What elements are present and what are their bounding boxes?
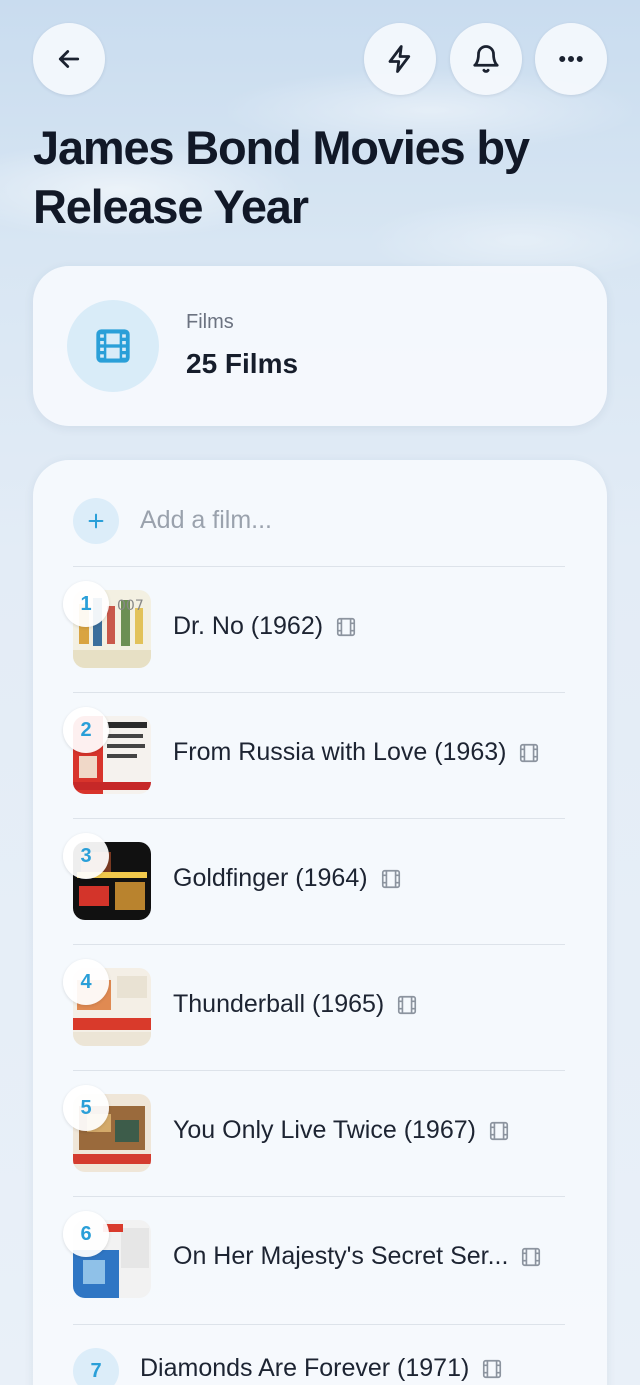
film-title: You Only Live Twice (1967) — [173, 1116, 476, 1144]
film-title: Thunderball (1965) — [173, 990, 385, 1018]
rank-badge: 5 — [63, 1085, 109, 1131]
film-title: Diamonds Are Forever (1971) — [140, 1354, 470, 1382]
film-strip-icon — [520, 1246, 542, 1268]
rank-badge: 3 — [63, 833, 109, 879]
film-strip-icon — [488, 1120, 510, 1142]
summary-label: Films — [186, 311, 234, 333]
films-list-card: Add a film... 007 1 Dr. No (1962) 2 From… — [33, 460, 607, 1385]
rank-badge: 4 — [63, 959, 109, 1005]
list-item[interactable]: 2 From Russia with Love (1963) — [63, 692, 573, 818]
list-item[interactable]: 7 Diamonds Are Forever (1971) — [73, 1340, 573, 1385]
film-strip-icon — [396, 994, 418, 1016]
rank-badge: 7 — [73, 1348, 119, 1385]
film-title: From Russia with Love (1963) — [173, 738, 507, 766]
rank-badge: 6 — [63, 1211, 109, 1257]
film-strip-icon — [335, 616, 357, 638]
back-button[interactable] — [33, 23, 105, 95]
quick-action-button[interactable] — [364, 23, 436, 95]
more-options-button[interactable] — [535, 23, 607, 95]
film-strip-icon — [518, 742, 540, 764]
list-item[interactable]: 6 On Her Majesty's Secret Ser... — [63, 1196, 573, 1322]
lightning-icon — [388, 45, 411, 73]
film-strip-icon — [481, 1358, 503, 1380]
rank-badge: 2 — [63, 707, 109, 753]
bell-icon — [473, 45, 499, 73]
film-title: Dr. No (1962) — [173, 612, 324, 640]
list-item[interactable]: 4 Thunderball (1965) — [63, 944, 573, 1070]
add-film-input[interactable]: Add a film... — [140, 506, 272, 535]
divider — [73, 1324, 565, 1325]
page-title: James Bond Movies by Release Year — [33, 121, 530, 233]
more-horizontal-icon — [559, 55, 583, 62]
film-title: On Her Majesty's Secret Ser... — [173, 1242, 509, 1270]
list-item[interactable]: 5 You Only Live Twice (1967) — [63, 1070, 573, 1196]
summary-value: 25 Films — [186, 348, 299, 379]
film-icon — [67, 300, 159, 392]
back-arrow-icon — [58, 50, 80, 68]
notifications-button[interactable] — [450, 23, 522, 95]
list-item[interactable]: 007 1 Dr. No (1962) — [63, 566, 573, 692]
plus-icon — [73, 498, 119, 544]
add-film-row[interactable]: Add a film... — [73, 498, 573, 546]
list-item[interactable]: 3 Goldfinger (1964) — [63, 818, 573, 944]
rank-badge: 1 — [63, 581, 109, 627]
films-summary-card[interactable]: Films 25 Films — [33, 266, 607, 426]
svg-text:007: 007 — [117, 598, 144, 614]
film-strip-icon — [380, 868, 402, 890]
film-title: Goldfinger (1964) — [173, 864, 368, 892]
